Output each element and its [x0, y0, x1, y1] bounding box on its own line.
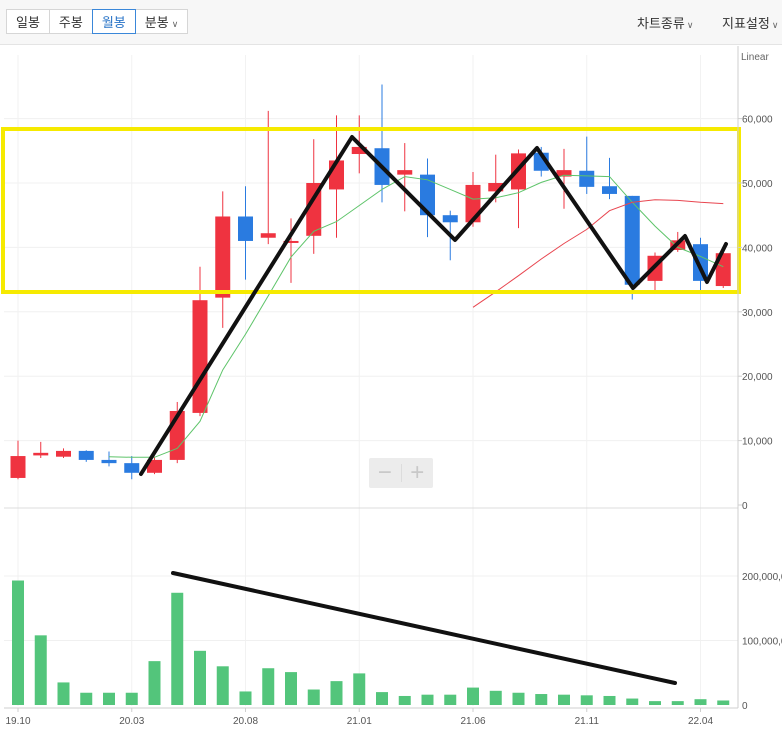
candle-body	[56, 450, 71, 457]
tab-monthly[interactable]: 월봉	[91, 9, 136, 34]
volume-bar	[80, 692, 93, 705]
volume-tick-label: 100,000,0	[742, 637, 782, 648]
scale-label: Linear	[741, 52, 769, 63]
volume-bar	[285, 672, 297, 705]
candle-body	[33, 452, 49, 456]
volume-bar	[398, 695, 411, 705]
zoom-out-button[interactable]: −	[369, 458, 401, 488]
volume-bar	[171, 592, 184, 705]
candle-body	[101, 459, 117, 464]
volume-bar	[671, 701, 684, 705]
volume-bar	[717, 700, 730, 705]
axes: Linear 60,000 50,000 40,000 30,000 20,000 10,0…	[4, 46, 782, 727]
candle-body	[602, 186, 617, 194]
volume-bar	[580, 695, 593, 705]
price-tick-label: 50,000	[742, 179, 773, 190]
candlesticks	[10, 84, 731, 480]
x-tick-label: 21.11	[575, 716, 600, 727]
x-tick-label: 19.10	[5, 716, 30, 727]
zoom-control: − +	[369, 458, 433, 488]
volume-bar	[194, 650, 206, 705]
candle-body	[192, 300, 208, 413]
volume-bar	[216, 666, 229, 705]
volume-bar	[148, 661, 161, 705]
candle-body	[124, 463, 140, 473]
volume-bar	[330, 681, 343, 705]
volume-bar	[421, 694, 434, 705]
volume-bar	[12, 580, 24, 705]
x-tick-label: 20.03	[119, 716, 144, 727]
volume-bar	[307, 689, 320, 705]
x-tick-label: 22.04	[688, 716, 713, 727]
x-tick-label: 20.08	[233, 716, 258, 727]
volume-tick-label: 0	[742, 701, 748, 712]
volume-trend-line	[171, 571, 677, 685]
zoom-in-button[interactable]: +	[402, 458, 434, 488]
volume-bars	[12, 580, 730, 705]
price-tick-label: 40,000	[742, 243, 773, 254]
volume-tick-label: 200,000,0	[742, 572, 782, 583]
candle-body	[10, 456, 26, 478]
candle-body	[579, 170, 595, 187]
volume-bar	[467, 687, 479, 705]
candle-body	[442, 215, 458, 223]
volume-bar	[353, 673, 366, 705]
price-tick-label: 20,000	[742, 372, 773, 383]
price-tick-label: 30,000	[742, 308, 773, 319]
volume-bar	[239, 691, 252, 705]
volume-bar	[34, 635, 47, 705]
x-tick-label: 21.01	[347, 716, 372, 727]
price-tick-label: 0	[742, 501, 748, 512]
candle-body	[397, 170, 413, 175]
candle-body	[238, 216, 253, 241]
x-tick-label: 21.06	[460, 716, 485, 727]
volume-bar	[626, 698, 639, 705]
volume-bar	[103, 692, 115, 705]
candle-body	[260, 233, 276, 238]
volume-bar	[603, 695, 616, 705]
candle-body	[215, 216, 231, 298]
volume-bar	[125, 692, 138, 705]
volume-bar	[694, 699, 707, 705]
volume-bar	[535, 694, 548, 705]
volume-bar	[649, 701, 661, 705]
volume-bar	[376, 692, 388, 705]
price-tick-label: 60,000	[742, 115, 773, 126]
grid-lines	[4, 55, 738, 706]
volume-bar	[558, 694, 570, 705]
volume-bar	[444, 694, 457, 705]
volume-bar	[262, 668, 275, 705]
price-tick-label: 10,000	[742, 437, 773, 448]
stock-chart[interactable]: Linear 60,000 50,000 40,000 30,000 20,000 10,0…	[0, 0, 782, 734]
candle-body	[624, 195, 640, 285]
volume-bar	[57, 682, 70, 705]
volume-bar	[512, 692, 525, 705]
candle-body	[78, 450, 94, 460]
volume-bar	[489, 690, 502, 705]
